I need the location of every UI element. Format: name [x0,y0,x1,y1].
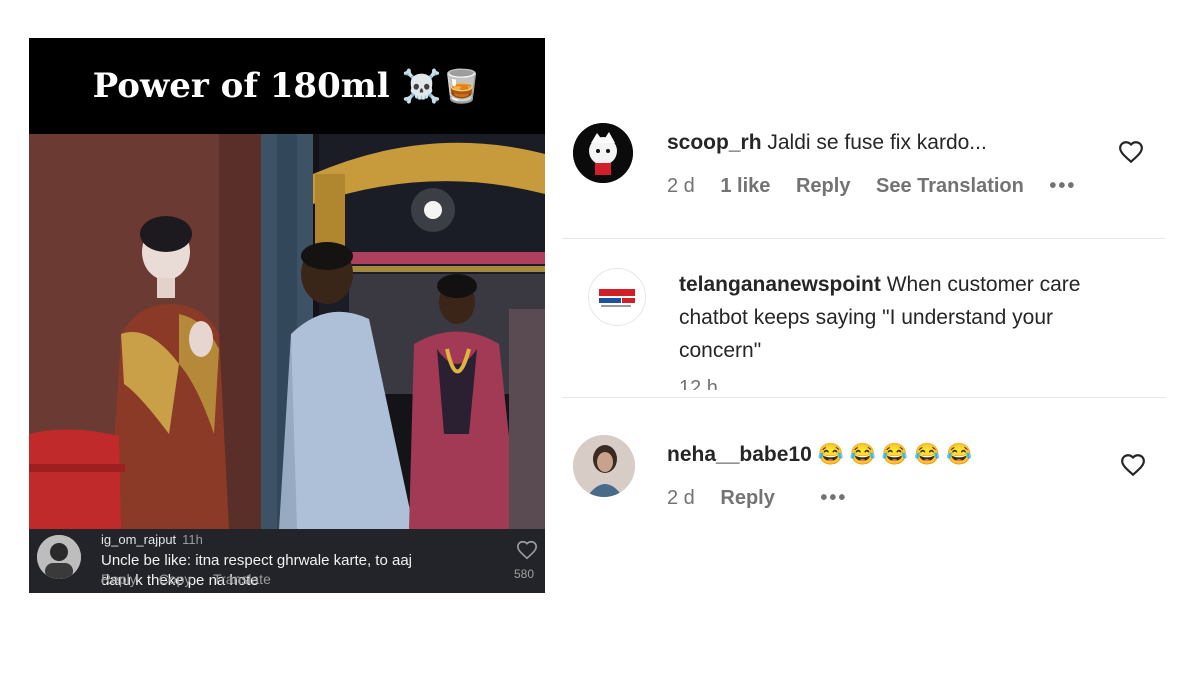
news-logo-icon [589,269,645,325]
post-comment-actions: Reply Copy Translate [101,571,271,587]
post-comment-username[interactable]: ig_om_rajput [101,532,176,547]
divider [562,238,1165,239]
comment-body: neha__babe10 😂😂😂😂😂 [667,438,1107,471]
comment-username[interactable]: scoop_rh [667,131,762,154]
comment-meta: 2 d 1 like Reply See Translation ••• [667,175,1096,198]
comment-meta: 2 d Reply ••• [667,487,867,510]
comment-time: 2 d [667,175,695,197]
avatar[interactable] [573,435,635,497]
comment-time-clipped: 12 h [679,377,718,390]
comment-time: 2 d [667,487,695,509]
comment-item: scoop_rh Jaldi se fuse fix kardo... 2 d … [560,118,1165,228]
heart-outline-icon[interactable] [1118,139,1144,165]
post-comment-like-count: 580 [514,567,535,581]
comment-item: telangananewspoint When customer care ch… [560,262,1165,390]
comment-username[interactable]: neha__babe10 [667,443,812,466]
see-translation-button[interactable]: See Translation [876,175,1024,197]
post-title: Power of 180ml ☠️🥃 [29,38,545,134]
post-comment-time: 11h [182,532,203,547]
reply-button[interactable]: Reply [796,175,850,197]
comment-item: neha__babe10 😂😂😂😂😂 2 d Reply ••• [560,435,1165,535]
more-dots-icon[interactable]: ••• [820,487,847,509]
post-comment-username-line: ig_om_rajput 11h [101,532,203,547]
avatar[interactable] [588,268,646,326]
post-photo-graphic [29,134,545,529]
comment-text: Jaldi se fuse fix kardo... [767,131,987,154]
post-comment-translate: Translate [213,571,271,587]
comment-likes[interactable]: 1 like [720,175,770,197]
reply-button[interactable]: Reply [720,487,774,509]
comment-text: 😂😂😂😂😂 [817,443,979,466]
avatar-image [573,123,633,183]
post-title-text: Power of 180ml [92,66,390,106]
more-dots-icon[interactable]: ••• [1049,175,1076,197]
comment-username[interactable]: telangananewspoint [679,273,881,296]
avatar[interactable] [573,123,633,183]
post-comment-reply: Reply [101,571,137,587]
heart-outline-icon [517,540,537,560]
post-comment-copy: Copy [158,571,192,587]
post-title-emoji: ☠️🥃 [401,67,482,105]
post-comment-avatar [37,535,81,579]
divider [562,397,1165,398]
comment-body: scoop_rh Jaldi se fuse fix kardo... [667,126,1107,159]
post-image: Power of 180ml ☠️🥃 ig_om_rajput 11h Uncl… [29,38,545,593]
avatar-image [573,435,635,497]
post-comment-avatar-image [37,535,81,579]
heart-outline-icon[interactable] [1120,452,1146,478]
post-photo [29,134,545,529]
comment-body: telangananewspoint When customer care ch… [679,268,1119,367]
